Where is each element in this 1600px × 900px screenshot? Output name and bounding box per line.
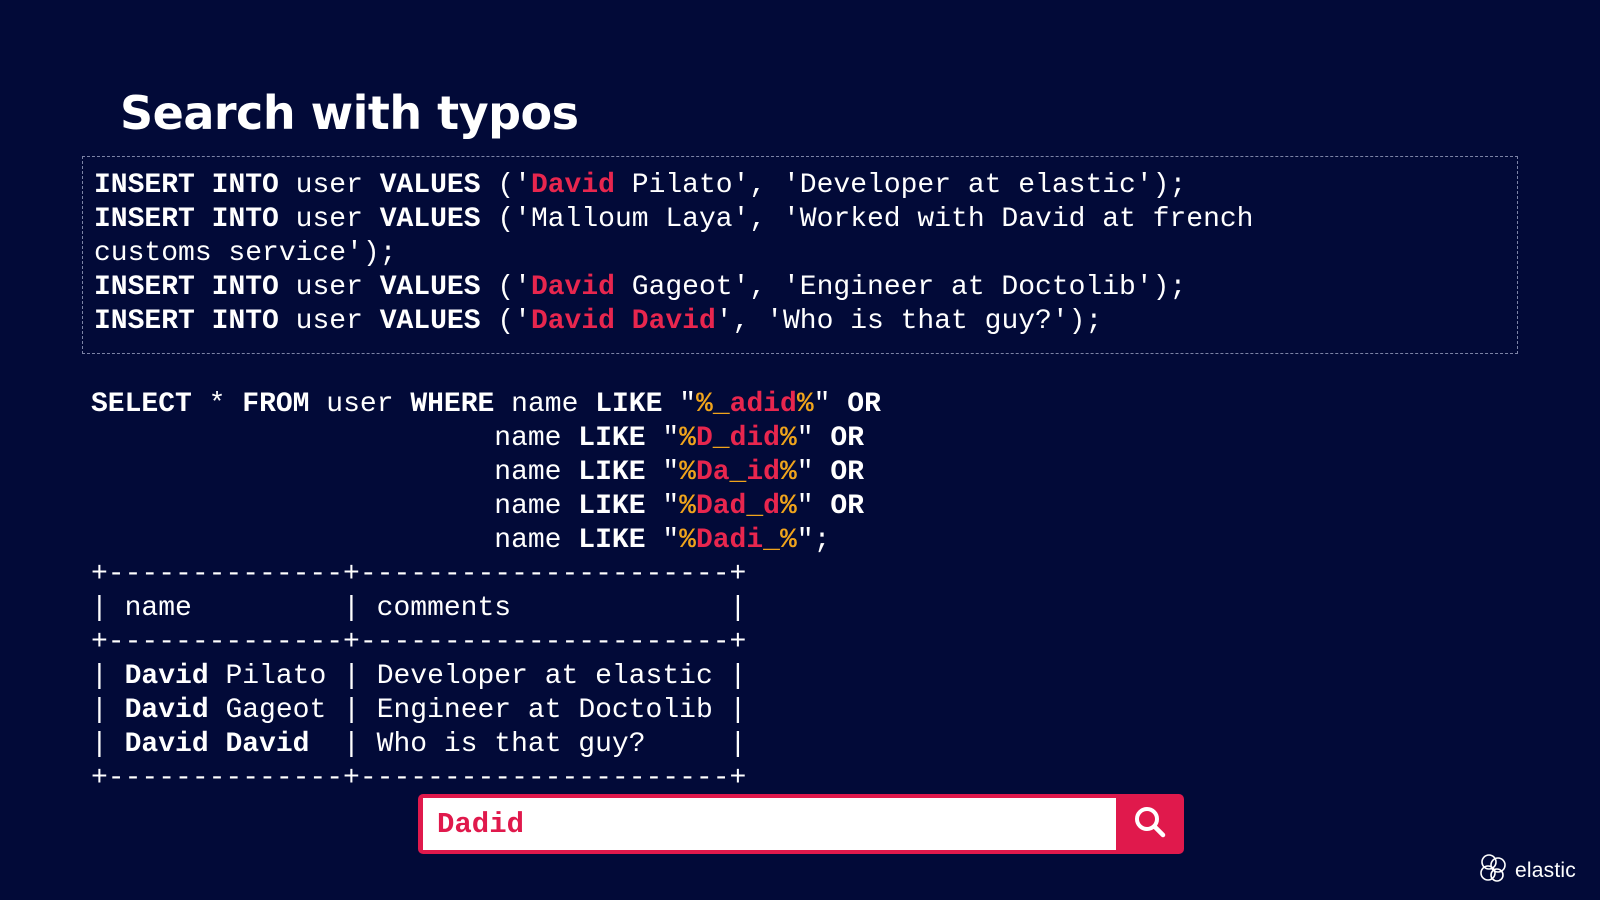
table-border-top: +--------------+----------------------+ (91, 559, 747, 590)
column-header-comments: comments (376, 593, 512, 624)
select-query: SELECT * FROM user WHERE name LIKE "%_ad… (91, 388, 881, 558)
select-line-2: name LIKE "%D_did%" OR (494, 423, 865, 454)
select-line-1: SELECT * FROM user WHERE name LIKE "%_ad… (91, 389, 881, 420)
select-line-4: name LIKE "%Dad_d%" OR (494, 491, 865, 522)
insert-line-2-wrap: customs service'); (94, 238, 397, 269)
table-border-mid: +--------------+----------------------+ (91, 627, 747, 658)
select-line-5: name LIKE "%Dadi_%"; (494, 525, 831, 556)
insert-line-2: INSERT INTO user VALUES ('Malloum Laya',… (94, 204, 1254, 235)
elastic-logo-icon (1477, 852, 1509, 889)
table-row: | David David | Who is that guy? | (91, 729, 747, 760)
search-input[interactable] (423, 798, 1116, 850)
search-icon (1132, 804, 1168, 845)
insert-statements-box: INSERT INTO user VALUES ('David Pilato',… (82, 156, 1518, 354)
insert-line-1: INSERT INTO user VALUES ('David Pilato',… (94, 170, 1187, 201)
search-bar (418, 794, 1184, 854)
slide-title: Search with typos (120, 86, 579, 140)
column-header-name: name (124, 593, 192, 624)
search-button[interactable] (1116, 794, 1184, 854)
insert-code: INSERT INTO user VALUES ('David Pilato',… (94, 169, 1253, 339)
table-border-bottom: +--------------+----------------------+ (91, 763, 747, 794)
elastic-logo: elastic (1477, 852, 1576, 889)
result-table: +--------------+----------------------+ … (91, 558, 746, 796)
table-row: | David Gageot | Engineer at Doctolib | (91, 695, 747, 726)
select-line-3: name LIKE "%Da_id%" OR (494, 457, 864, 488)
table-row: | David Pilato | Developer at elastic | (91, 661, 747, 692)
table-header-row: | name | comments | (91, 593, 747, 624)
elastic-logo-text: elastic (1515, 858, 1576, 882)
insert-line-3: INSERT INTO user VALUES ('David Gageot',… (94, 272, 1187, 303)
insert-line-4: INSERT INTO user VALUES ('David David', … (94, 306, 1103, 337)
